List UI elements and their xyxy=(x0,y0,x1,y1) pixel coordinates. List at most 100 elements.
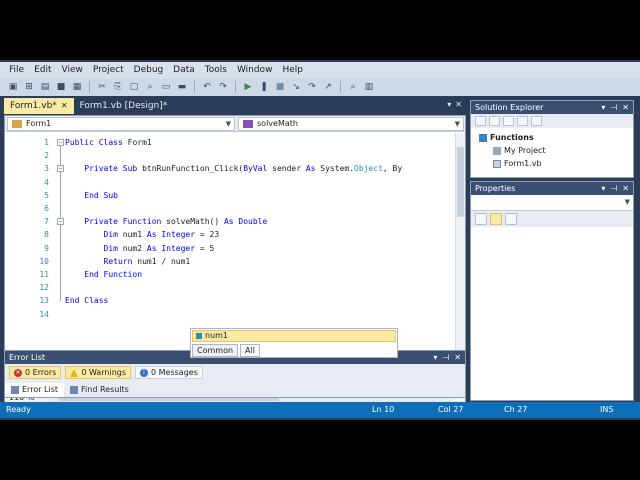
open-icon[interactable]: ▤ xyxy=(38,80,52,94)
menu-view[interactable]: View xyxy=(57,62,88,78)
undo-icon[interactable]: ↶ xyxy=(200,80,214,94)
chevron-down-icon[interactable]: ▼ xyxy=(226,118,231,130)
alphabetical-icon[interactable] xyxy=(490,213,502,225)
pin-icon[interactable]: ⊣ xyxy=(610,101,617,114)
errors-filter-button[interactable]: ✕ 0 Errors xyxy=(9,366,62,379)
my-project-icon xyxy=(493,146,501,155)
form-icon xyxy=(493,159,501,168)
tab-all[interactable]: All xyxy=(240,344,260,357)
property-pages-icon[interactable] xyxy=(505,213,517,225)
properties-icon[interactable] xyxy=(475,116,486,126)
chevron-down-icon[interactable]: ▾ xyxy=(447,100,451,109)
close-icon[interactable]: ✕ xyxy=(622,182,629,195)
collapse-icon[interactable]: − xyxy=(57,165,64,173)
pause-icon[interactable]: ❚ xyxy=(257,80,271,94)
save-all-icon[interactable]: ▦ xyxy=(70,80,84,94)
close-icon[interactable]: ✕ xyxy=(455,100,462,109)
comment-icon[interactable]: ▭ xyxy=(159,80,173,94)
tab-label: Form1.vb [Design]* xyxy=(79,101,168,111)
step-into-icon[interactable]: ↘ xyxy=(289,80,303,94)
menu-project[interactable]: Project xyxy=(88,62,129,78)
warnings-filter-button[interactable]: 0 Warnings xyxy=(65,366,132,379)
menu-data[interactable]: Data xyxy=(168,62,200,78)
messages-filter-button[interactable]: i 0 Messages xyxy=(135,366,203,379)
pin-icon[interactable]: ⊣ xyxy=(610,182,617,195)
code-line[interactable]: 13 End Class xyxy=(5,294,455,307)
start-debug-icon[interactable]: ▶ xyxy=(241,80,255,94)
paste-icon[interactable]: ▢ xyxy=(127,80,141,94)
tab-form1-design[interactable]: Form1.vb [Design]* xyxy=(74,98,174,114)
code-line[interactable]: 3− Private Sub btnRunFunction_Click(ByVa… xyxy=(5,162,455,175)
line-number: 6 xyxy=(44,204,49,213)
code-line[interactable]: 8 Dim num1 As Integer = 23 xyxy=(5,228,455,241)
member-selector[interactable]: solveMath ▼ xyxy=(238,117,464,131)
close-icon[interactable]: ✕ xyxy=(61,101,68,110)
collapse-icon[interactable]: − xyxy=(57,139,64,146)
code-line[interactable]: 4 xyxy=(5,176,455,189)
status-bar: Ready Ln 10 Col 27 Ch 27 INS xyxy=(0,402,640,418)
tree-item-functions[interactable]: Functions xyxy=(479,132,534,143)
view-code-icon[interactable] xyxy=(517,116,528,126)
menu-help[interactable]: Help xyxy=(277,62,308,78)
tab-controls: ▾ ✕ xyxy=(447,100,462,109)
line-number: 14 xyxy=(39,309,49,319)
chevron-down-icon[interactable]: ▼ xyxy=(455,118,460,130)
code-line[interactable]: 10 Return num1 / num1 xyxy=(5,255,455,268)
show-all-files-icon[interactable] xyxy=(489,116,500,126)
menu-edit[interactable]: Edit xyxy=(29,62,56,78)
refresh-icon[interactable] xyxy=(503,116,514,126)
object-selector[interactable]: ▼ xyxy=(471,195,633,211)
step-over-icon[interactable]: ↷ xyxy=(305,80,319,94)
line-number: 3 xyxy=(44,164,49,174)
view-designer-icon[interactable] xyxy=(531,116,542,126)
chevron-down-icon[interactable]: ▾ xyxy=(433,351,437,364)
chevron-down-icon[interactable]: ▾ xyxy=(601,101,605,114)
toolbox-icon[interactable]: ▥ xyxy=(362,80,376,94)
tab-error-list[interactable]: Error List xyxy=(5,383,65,397)
class-selector-value: Form1 xyxy=(26,119,52,128)
menu-file[interactable]: File xyxy=(4,62,29,78)
class-selector[interactable]: Form1 ▼ xyxy=(7,117,235,131)
close-icon[interactable]: ✕ xyxy=(454,351,461,364)
toolbar-separator xyxy=(340,81,341,93)
completion-item[interactable]: num1 xyxy=(192,330,396,342)
code-line[interactable]: 6 xyxy=(5,202,455,215)
intellisense-popup[interactable]: num1 Common All xyxy=(190,328,398,358)
tree-item-my-project[interactable]: My Project xyxy=(493,145,546,156)
stop-icon[interactable]: ■ xyxy=(273,80,287,94)
tab-find-results[interactable]: Find Results xyxy=(64,383,135,397)
menu-tools[interactable]: Tools xyxy=(200,62,232,78)
step-out-icon[interactable]: ↗ xyxy=(321,80,335,94)
tab-common[interactable]: Common xyxy=(192,344,239,357)
line-number: 10 xyxy=(39,256,49,266)
menu-window[interactable]: Window xyxy=(232,62,278,78)
toolbar-separator xyxy=(235,81,236,93)
chevron-down-icon[interactable]: ▼ xyxy=(625,198,630,206)
code-line[interactable]: 12 xyxy=(5,281,455,294)
close-icon[interactable]: ✕ xyxy=(622,101,629,114)
scroll-thumb[interactable] xyxy=(457,147,464,217)
collapse-icon[interactable]: − xyxy=(57,218,64,226)
code-line[interactable]: 14 xyxy=(5,308,455,321)
save-icon[interactable]: ■ xyxy=(54,80,68,94)
new-project-icon[interactable]: ▣ xyxy=(6,80,20,94)
add-item-icon[interactable]: ⊞ xyxy=(22,80,36,94)
menu-debug[interactable]: Debug xyxy=(129,62,169,78)
copy-icon[interactable]: ⎘ xyxy=(111,80,125,94)
uncomment-icon[interactable]: ▬ xyxy=(175,80,189,94)
code-line[interactable]: 2 xyxy=(5,149,455,162)
code-line[interactable]: 11 End Function xyxy=(5,268,455,281)
chevron-down-icon[interactable]: ▾ xyxy=(601,182,605,195)
find-files-icon[interactable]: ⌕ xyxy=(346,80,360,94)
code-line[interactable]: 9 Dim num2 As Integer = 5 xyxy=(5,242,455,255)
code-line[interactable]: 5 End Sub xyxy=(5,189,455,202)
redo-icon[interactable]: ↷ xyxy=(216,80,230,94)
cut-icon[interactable]: ✂ xyxy=(95,80,109,94)
code-line[interactable]: 7− Private Function solveMath() As Doubl… xyxy=(5,215,455,228)
tree-item-form1[interactable]: Form1.vb xyxy=(493,158,542,169)
tab-form1-vb[interactable]: Form1.vb* ✕ xyxy=(4,98,74,114)
find-icon[interactable]: ⌕ xyxy=(143,80,157,94)
pin-icon[interactable]: ⊣ xyxy=(442,351,449,364)
categorized-icon[interactable] xyxy=(475,213,487,225)
code-line[interactable]: 1 − Public Class Form1 xyxy=(5,136,455,149)
